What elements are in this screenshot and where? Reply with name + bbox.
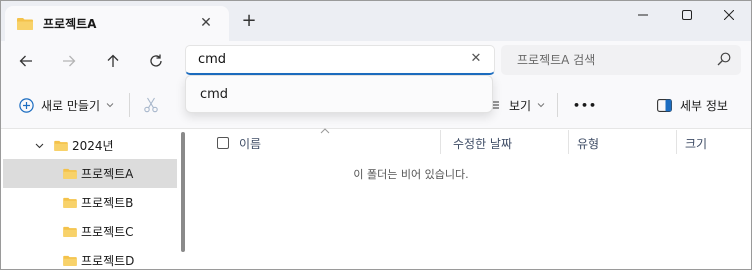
tree-item-project-b[interactable]: 프로젝트B <box>3 188 177 217</box>
navigation-pane: 2024년 프로젝트A 프로젝트B 프로젝트C 프로젝트D <box>1 130 177 269</box>
forward-button[interactable] <box>58 50 80 72</box>
scrollbar-thumb[interactable] <box>181 132 185 252</box>
column-label-modified: 수정한 날짜 <box>453 136 513 151</box>
view-button[interactable]: 보기 <box>491 95 545 115</box>
address-suggestions: cmd <box>185 75 493 113</box>
tree-item-project-d[interactable]: 프로젝트D <box>3 246 177 269</box>
folder-icon <box>54 140 68 151</box>
tree-item-label: 2024년 <box>72 139 114 153</box>
arrow-up-icon <box>107 54 119 67</box>
more-icon: ••• <box>573 98 598 112</box>
plus-circle-icon <box>19 97 34 113</box>
refresh-button[interactable] <box>145 50 167 72</box>
tab-label: 프로젝트A <box>43 17 97 31</box>
title-bar: 프로젝트A ✕ + <box>1 1 751 41</box>
clear-address-icon[interactable]: ✕ <box>468 51 484 67</box>
view-button-label: 보기 <box>509 98 532 113</box>
column-header-modified[interactable]: 수정한 날짜 <box>447 130 567 156</box>
cut-button[interactable] <box>143 95 159 115</box>
column-label-name: 이름 <box>239 136 262 151</box>
tree-item-project-c[interactable]: 프로젝트C <box>3 217 177 246</box>
search-icon <box>717 52 731 69</box>
details-pane-button[interactable]: 세부 정보 <box>657 95 728 115</box>
tree-item-label: 프로젝트B <box>81 196 134 210</box>
column-label-type: 유형 <box>577 136 600 151</box>
close-window-button[interactable] <box>711 3 747 27</box>
file-list: 이름 수정한 날짜 유형 크기 이 폴더는 비어 있습니다. <box>191 128 751 269</box>
tree-item-label: 프로젝트C <box>81 225 134 239</box>
select-all-checkbox[interactable] <box>217 137 229 149</box>
search-input[interactable] <box>517 53 707 67</box>
column-header-size[interactable]: 크기 <box>679 130 749 156</box>
tree-item-label: 프로젝트D <box>81 254 135 268</box>
arrow-right-icon <box>63 55 76 67</box>
scissors-icon <box>144 97 158 113</box>
tab-project-a[interactable]: 프로젝트A ✕ <box>5 6 229 41</box>
address-bar[interactable]: ✕ <box>185 45 495 75</box>
folder-icon <box>17 17 33 30</box>
arrow-left-icon <box>19 55 32 67</box>
minimize-icon <box>638 14 648 16</box>
tree-item-project-a[interactable]: 프로젝트A <box>3 159 177 188</box>
file-explorer-window: 프로젝트A ✕ + ✕ <box>0 0 752 270</box>
close-icon <box>724 10 734 20</box>
navigation-scrollbar[interactable] <box>177 130 189 269</box>
suggestion-item[interactable]: cmd <box>200 87 228 102</box>
details-pane-label: 세부 정보 <box>680 98 728 113</box>
maximize-icon <box>682 10 692 20</box>
new-button[interactable]: 새로 만들기 <box>19 95 114 115</box>
tree-item-label: 프로젝트A <box>81 167 134 181</box>
back-button[interactable] <box>15 50 37 72</box>
column-label-size: 크기 <box>685 136 708 151</box>
chevron-down-icon <box>106 103 114 108</box>
folder-icon <box>63 255 77 266</box>
new-button-label: 새로 만들기 <box>41 98 101 113</box>
toolbar-divider <box>557 93 558 117</box>
toolbar-divider <box>129 93 130 117</box>
details-pane-icon <box>657 98 672 112</box>
tree-item-2024[interactable]: 2024년 <box>3 131 177 160</box>
more-options-button[interactable]: ••• <box>573 95 597 115</box>
empty-folder-message: 이 폴더는 비어 있습니다. <box>353 168 469 181</box>
close-tab-icon[interactable]: ✕ <box>197 14 215 32</box>
search-box[interactable] <box>501 45 741 75</box>
maximize-button[interactable] <box>669 3 705 27</box>
new-tab-button[interactable]: + <box>239 11 259 31</box>
minimize-button[interactable] <box>625 3 661 27</box>
up-button[interactable] <box>102 50 124 72</box>
address-input[interactable] <box>198 52 458 67</box>
folder-icon <box>63 226 77 237</box>
column-separator[interactable] <box>676 130 677 154</box>
refresh-icon <box>150 54 162 67</box>
column-header-name[interactable]: 이름 <box>211 130 441 156</box>
column-separator[interactable] <box>440 130 441 154</box>
folder-icon <box>63 168 77 179</box>
column-header-type[interactable]: 유형 <box>571 130 671 156</box>
column-separator[interactable] <box>568 130 569 154</box>
folder-icon <box>63 197 77 208</box>
chevron-down-icon <box>537 103 545 108</box>
chevron-down-icon <box>35 143 44 148</box>
